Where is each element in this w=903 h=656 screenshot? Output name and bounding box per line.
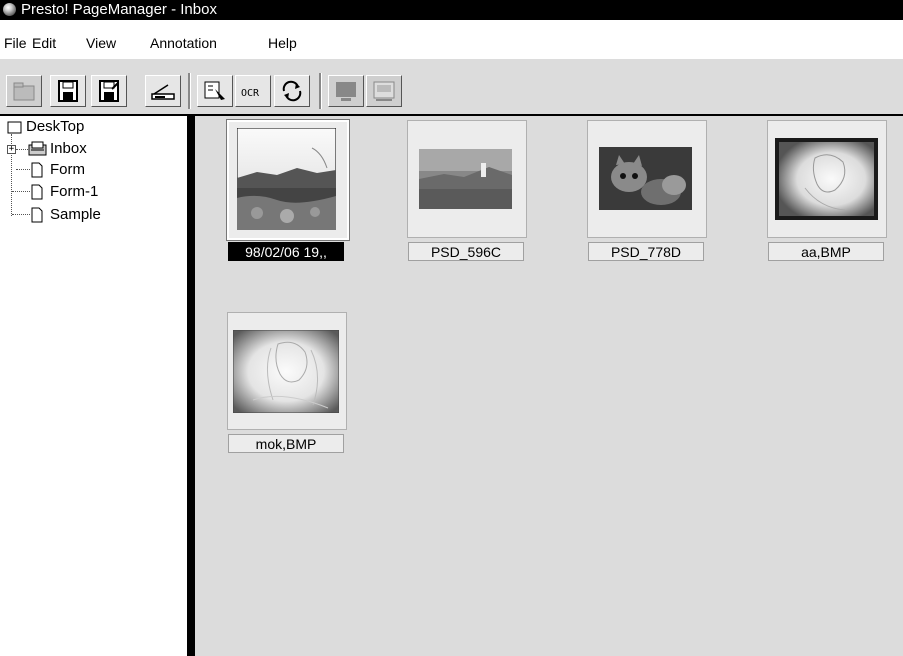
thumbnail-caption[interactable]: PSD_596C <box>408 242 524 261</box>
toolbar-separator <box>319 73 322 109</box>
folder-icon <box>13 82 35 101</box>
thumbnail-view[interactable]: 98/02/06 19,, PSD_596C PSD_778D aa,BMP m… <box>193 116 903 656</box>
save-icon <box>58 80 78 102</box>
tree-connector <box>16 149 28 150</box>
rotate-icon <box>282 80 302 102</box>
ocr-button[interactable]: OCR <box>235 75 271 107</box>
tree-connector <box>12 214 30 215</box>
menu-annotation[interactable]: Annotation <box>150 35 217 51</box>
monitor-button[interactable] <box>328 75 364 107</box>
title-bar[interactable]: Presto! PageManager - Inbox <box>0 0 903 20</box>
scanner-icon <box>151 84 175 100</box>
thumbnail-image <box>599 147 692 210</box>
save-button[interactable] <box>50 75 86 107</box>
thumbnail-image <box>419 149 512 209</box>
menu-view[interactable]: View <box>86 35 116 51</box>
folder-tree: DeskTop + Inbox Form Form-1 Sample <box>0 116 193 656</box>
tree-item-inbox[interactable]: Inbox <box>50 140 87 158</box>
scan-button[interactable] <box>145 75 181 107</box>
menu-edit[interactable]: Edit <box>32 35 56 51</box>
menu-bar: File Edit View Annotation Help <box>0 20 903 59</box>
rotate-button[interactable] <box>274 75 310 107</box>
thumbnail-caption[interactable]: 98/02/06 19,, <box>228 242 344 261</box>
thumbnail-image <box>775 138 878 220</box>
toolbar-separator <box>188 73 191 109</box>
tree-item-form[interactable]: Form <box>50 161 85 179</box>
thumbnail-caption[interactable]: aa,BMP <box>768 242 884 261</box>
svg-text:OCR: OCR <box>241 88 260 99</box>
thumbnail-caption[interactable]: PSD_778D <box>588 242 704 261</box>
menu-help[interactable]: Help <box>268 35 297 51</box>
tree-connector <box>16 169 30 170</box>
monitor-icon <box>336 82 356 101</box>
tree-connector <box>12 191 30 192</box>
document-icon <box>31 184 43 200</box>
save-as-button[interactable] <box>91 75 127 107</box>
ocr-icon: OCR <box>241 88 260 99</box>
expand-toggle[interactable]: + <box>7 145 16 154</box>
fax-icon <box>373 81 395 101</box>
menu-file[interactable]: File <box>4 35 27 51</box>
save-as-icon <box>99 80 119 102</box>
folder-button[interactable] <box>6 75 42 107</box>
desktop-folder-icon <box>7 121 22 134</box>
thumbnail-image <box>237 128 336 230</box>
tree-root-desktop[interactable]: DeskTop <box>26 118 84 136</box>
thumbnail-caption[interactable]: mok,BMP <box>228 434 344 453</box>
tree-item-form-1[interactable]: Form-1 <box>50 183 98 201</box>
select-source-icon <box>204 81 225 100</box>
toolbar: OCR <box>0 59 903 116</box>
inbox-icon <box>28 141 47 156</box>
app-icon <box>3 3 16 16</box>
document-icon <box>31 207 43 223</box>
fax-button[interactable] <box>366 75 402 107</box>
document-icon <box>31 162 43 178</box>
tree-item-sample[interactable]: Sample <box>50 206 101 224</box>
select-source-button[interactable] <box>197 75 233 107</box>
window-title: Presto! PageManager - Inbox <box>21 1 217 18</box>
thumbnail-image <box>233 330 339 413</box>
